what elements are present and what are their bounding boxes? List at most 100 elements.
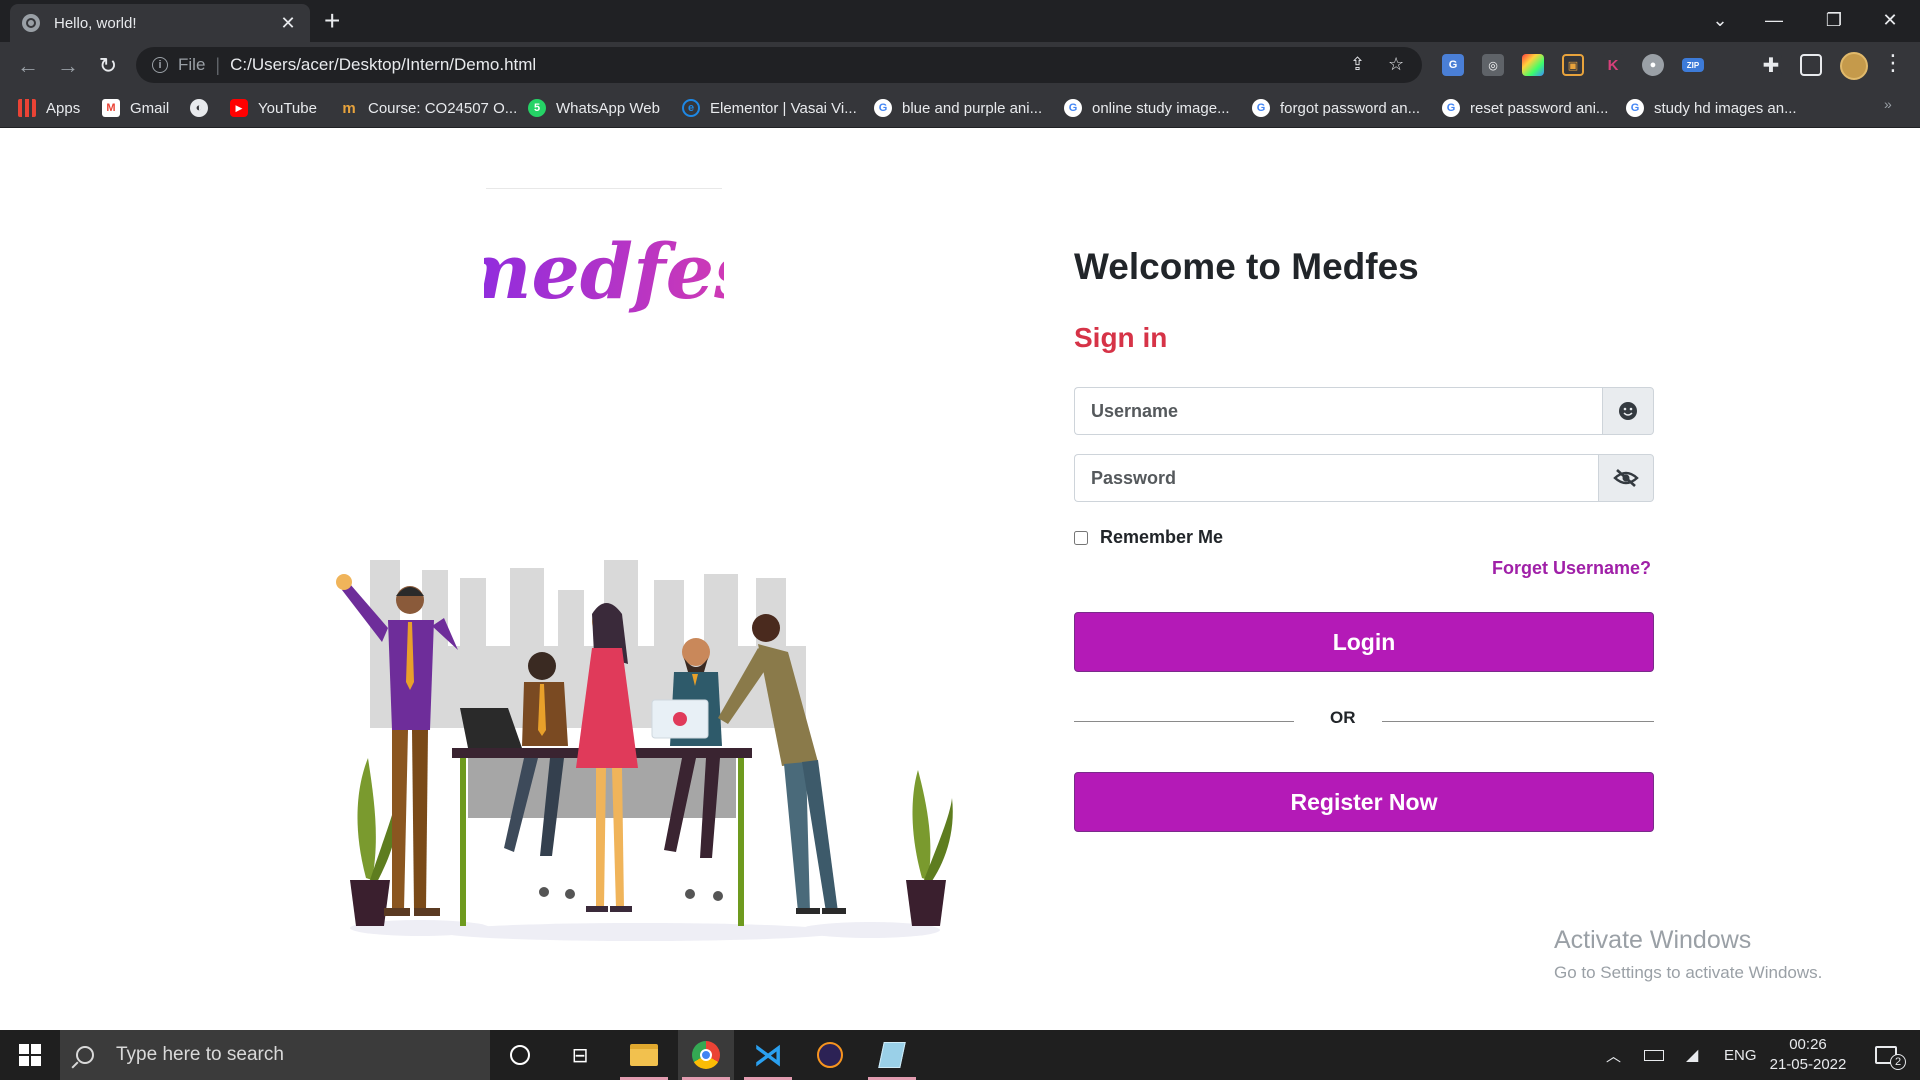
notepad-app[interactable] xyxy=(864,1030,920,1080)
toggle-password-visibility[interactable] xyxy=(1598,454,1654,502)
bookmark-label: YouTube xyxy=(258,99,317,117)
eclipse-icon xyxy=(817,1042,843,1068)
bookmark-google-5[interactable]: G study hd images an... xyxy=(1626,96,1797,120)
bookmarks-overflow-icon[interactable]: » xyxy=(1884,96,1892,112)
bookmark-label: Course: CO24507 O... xyxy=(368,99,518,117)
eye-slash-icon xyxy=(1613,469,1639,487)
extensions-puzzle-icon[interactable]: ✚ xyxy=(1760,54,1782,77)
whatsapp-icon: 5 xyxy=(528,99,546,117)
login-button[interactable]: Login xyxy=(1074,612,1654,672)
side-panel-icon[interactable] xyxy=(1800,54,1822,76)
language-label: ENG xyxy=(1724,1046,1757,1064)
bookmark-google-4[interactable]: G reset password ani... xyxy=(1442,96,1608,120)
notepad-icon xyxy=(878,1042,906,1068)
vscode-icon: ⋊ xyxy=(753,1038,783,1072)
browser-menu-icon[interactable]: ⋮ xyxy=(1882,50,1904,76)
back-button[interactable]: ← xyxy=(14,52,42,80)
bookmark-label: study hd images an... xyxy=(1654,99,1797,117)
profile-avatar[interactable] xyxy=(1840,52,1868,80)
bookmark-elementor[interactable]: e Elementor | Vasai Vi... xyxy=(682,96,857,120)
bookmarks-bar: Apps M Gmail ◐ ▶ YouTube m Course: CO245… xyxy=(0,88,1920,128)
extension-2-icon[interactable]: ◎ xyxy=(1482,54,1504,76)
url-text[interactable]: C:/Users/acer/Desktop/Intern/Demo.html xyxy=(230,55,536,75)
taskbar-clock[interactable]: 00:26 21-05-2022 xyxy=(1760,1035,1856,1075)
bookmark-google-1[interactable]: G blue and purple ani... xyxy=(874,96,1042,120)
record-extension-icon[interactable]: ● xyxy=(1642,54,1664,76)
watermark-title: Activate Windows xyxy=(1554,926,1752,954)
browser-toolbar: ← → ↻ i File | C:/Users/acer/Desktop/Int… xyxy=(0,42,1920,88)
bookmark-label: reset password ani... xyxy=(1470,99,1609,117)
reload-button[interactable]: ↻ xyxy=(94,52,122,80)
forward-button[interactable]: → xyxy=(54,52,82,80)
language-indicator[interactable]: ENG xyxy=(1724,1030,1757,1080)
site-info-icon[interactable]: i xyxy=(152,57,168,73)
browser-tab[interactable]: Hello, world! ✕ xyxy=(10,4,310,42)
username-group xyxy=(1074,387,1654,435)
google-icon: G xyxy=(1442,99,1460,117)
screen-capture-extension-icon[interactable]: ▣ xyxy=(1562,54,1584,76)
page-content: medfes xyxy=(0,128,1920,1030)
task-view-button[interactable]: ⊟ xyxy=(552,1030,608,1080)
remember-me-label[interactable]: Remember Me xyxy=(1100,527,1223,548)
bookmark-star-icon[interactable]: ☆ xyxy=(1388,54,1404,75)
logo-divider xyxy=(486,188,722,189)
url-separator: | xyxy=(215,54,221,75)
battery-icon xyxy=(1644,1049,1664,1061)
username-input[interactable] xyxy=(1074,387,1602,435)
remember-me-row: Remember Me xyxy=(1074,527,1223,548)
google-icon: G xyxy=(1064,99,1082,117)
globe-icon: ◐ xyxy=(190,99,208,117)
color-picker-extension-icon[interactable] xyxy=(1522,54,1544,76)
notification-center-button[interactable]: 2 xyxy=(1866,1030,1906,1080)
close-window-button[interactable]: ✕ xyxy=(1860,0,1920,40)
chevron-up-icon: ︿ xyxy=(1606,1047,1622,1065)
chrome-icon xyxy=(692,1041,720,1069)
start-button[interactable] xyxy=(0,1030,60,1080)
register-now-button[interactable]: Register Now xyxy=(1074,772,1654,832)
tab-close-icon[interactable]: ✕ xyxy=(278,13,298,34)
minimize-button[interactable]: — xyxy=(1744,0,1804,40)
chrome-app[interactable] xyxy=(678,1030,734,1080)
translate-extension-icon[interactable]: G xyxy=(1442,54,1464,76)
forget-username-link[interactable]: Forget Username? xyxy=(1492,558,1651,579)
plant-left xyxy=(350,758,399,926)
show-hidden-icons-button[interactable]: ︿ xyxy=(1606,1030,1621,1080)
eclipse-app[interactable] xyxy=(802,1030,858,1080)
k-extension-icon[interactable]: K xyxy=(1602,54,1624,76)
bookmark-label: Apps xyxy=(46,99,81,117)
taskbar-search-box[interactable]: Type here to search xyxy=(60,1030,490,1080)
zip-extension-icon[interactable]: ZIP xyxy=(1682,58,1704,72)
cortana-button[interactable] xyxy=(492,1030,548,1080)
password-input[interactable] xyxy=(1074,454,1598,502)
file-explorer-app[interactable] xyxy=(616,1030,672,1080)
bookmark-globe[interactable]: ◐ xyxy=(190,96,218,120)
share-icon[interactable]: ⇪ xyxy=(1350,54,1365,75)
team-illustration xyxy=(336,560,953,941)
battery-status[interactable] xyxy=(1644,1030,1664,1080)
new-tab-button[interactable]: + xyxy=(324,6,340,36)
clock-date: 21-05-2022 xyxy=(1769,1056,1847,1073)
or-separator-text: OR xyxy=(1330,708,1356,727)
bookmark-gmail[interactable]: M Gmail xyxy=(102,96,169,120)
bookmark-whatsapp[interactable]: 5 WhatsApp Web xyxy=(528,96,660,120)
search-icon xyxy=(76,1046,94,1064)
remember-me-checkbox[interactable] xyxy=(1074,530,1088,545)
password-group xyxy=(1074,454,1654,502)
globe-favicon-icon xyxy=(22,14,40,32)
bookmark-google-2[interactable]: G online study image... xyxy=(1064,96,1230,120)
bookmark-course[interactable]: m Course: CO24507 O... xyxy=(340,96,517,120)
bookmark-label: forgot password an... xyxy=(1280,99,1421,117)
address-bar[interactable]: i File | C:/Users/acer/Desktop/Intern/De… xyxy=(136,47,1422,83)
elementor-icon: e xyxy=(682,99,700,117)
network-status[interactable]: ◢ xyxy=(1686,1030,1698,1080)
medfes-logo: medfes xyxy=(484,227,724,316)
bookmark-apps[interactable]: Apps xyxy=(18,96,80,120)
plant-right xyxy=(906,770,953,926)
gmail-icon: M xyxy=(102,99,120,117)
task-view-icon: ⊟ xyxy=(571,1044,589,1067)
bookmark-google-3[interactable]: G forgot password an... xyxy=(1252,96,1420,120)
restore-button[interactable]: ❐ xyxy=(1804,0,1864,40)
vscode-app[interactable]: ⋊ xyxy=(740,1030,796,1080)
tab-search-dropdown-icon[interactable]: ⌄ xyxy=(1690,0,1750,40)
bookmark-youtube[interactable]: ▶ YouTube xyxy=(230,96,317,120)
